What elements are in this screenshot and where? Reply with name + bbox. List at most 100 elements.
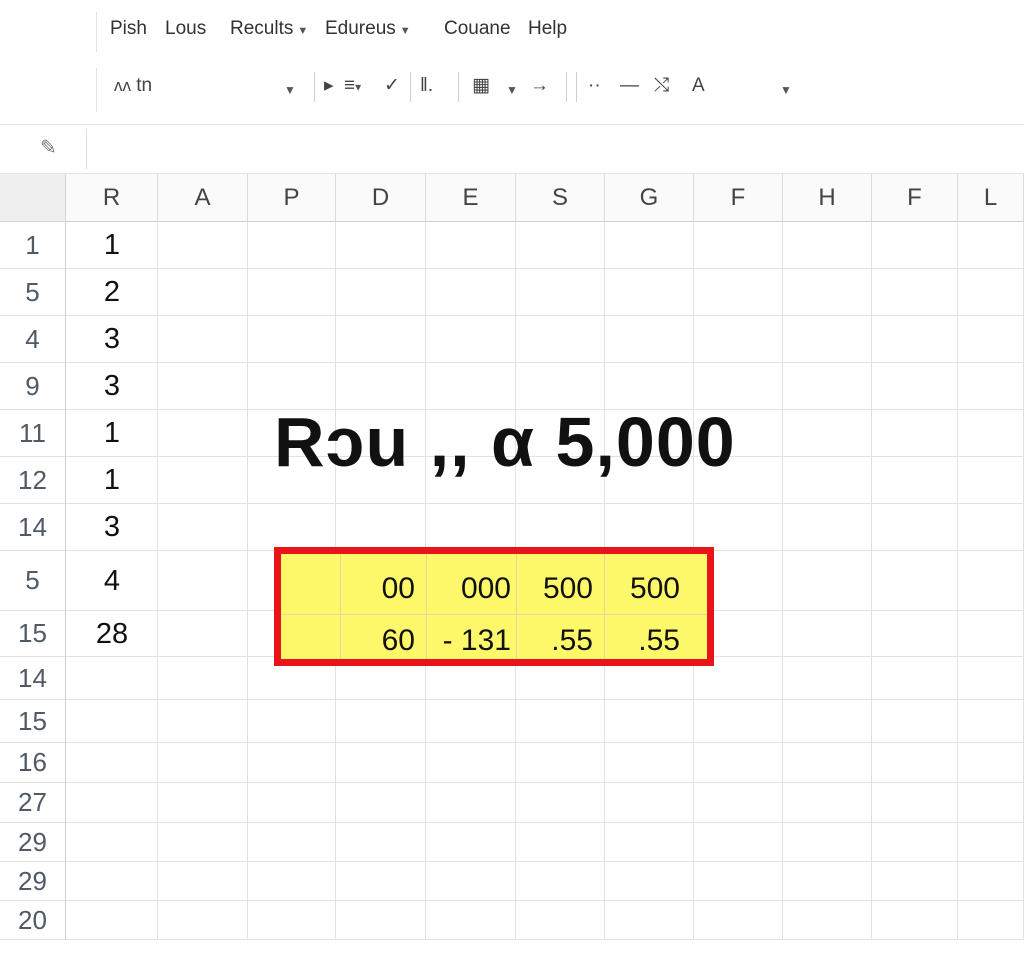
- cell[interactable]: [426, 269, 516, 316]
- menu-item-help[interactable]: Help: [528, 18, 567, 40]
- menu-item-pish[interactable]: Pish: [110, 18, 147, 40]
- arrow-right-icon[interactable]: →: [530, 74, 549, 98]
- highlight-cell[interactable]: .55: [551, 624, 593, 658]
- cell-value[interactable]: [66, 783, 158, 823]
- cell[interactable]: [958, 551, 1024, 611]
- cell[interactable]: [248, 901, 336, 940]
- cell[interactable]: [958, 316, 1024, 363]
- cell[interactable]: [783, 269, 872, 316]
- cell[interactable]: [426, 862, 516, 901]
- cell[interactable]: [158, 862, 248, 901]
- menu-item-lous[interactable]: Lous: [165, 18, 206, 40]
- cell-value[interactable]: [66, 657, 158, 700]
- cell[interactable]: [872, 269, 958, 316]
- cell[interactable]: [694, 700, 783, 743]
- cell[interactable]: [336, 823, 426, 862]
- row-header[interactable]: 14: [0, 504, 66, 551]
- highlight-cell[interactable]: 500: [543, 572, 593, 606]
- cell[interactable]: [783, 783, 872, 823]
- row-header[interactable]: 15: [0, 611, 66, 657]
- cell[interactable]: [516, 823, 605, 862]
- cell[interactable]: [958, 222, 1024, 269]
- cell[interactable]: [426, 783, 516, 823]
- cell-value[interactable]: 4: [66, 551, 158, 611]
- cell[interactable]: [336, 743, 426, 783]
- cell[interactable]: [158, 700, 248, 743]
- cell[interactable]: [426, 700, 516, 743]
- cell[interactable]: [958, 823, 1024, 862]
- row-header[interactable]: 20: [0, 901, 66, 940]
- column-header[interactable]: H: [783, 174, 872, 222]
- check-icon[interactable]: ✓: [384, 74, 400, 98]
- row-header[interactable]: 4: [0, 316, 66, 363]
- cell[interactable]: [694, 269, 783, 316]
- more-icon[interactable]: ··: [588, 74, 601, 98]
- cell[interactable]: [516, 269, 605, 316]
- cell[interactable]: [958, 700, 1024, 743]
- cell-value[interactable]: 28: [66, 611, 158, 657]
- cell[interactable]: [958, 504, 1024, 551]
- cell[interactable]: [426, 316, 516, 363]
- cell[interactable]: [872, 901, 958, 940]
- cell[interactable]: [872, 823, 958, 862]
- cell[interactable]: [783, 457, 872, 504]
- cell[interactable]: [783, 862, 872, 901]
- cell[interactable]: [872, 316, 958, 363]
- cell[interactable]: [158, 743, 248, 783]
- select-all-corner[interactable]: [0, 174, 66, 222]
- cell[interactable]: [158, 611, 248, 657]
- cell[interactable]: [958, 410, 1024, 457]
- cell[interactable]: [336, 222, 426, 269]
- cell-value[interactable]: 3: [66, 504, 158, 551]
- cell[interactable]: [872, 504, 958, 551]
- column-header[interactable]: G: [605, 174, 694, 222]
- cell[interactable]: [783, 222, 872, 269]
- cell[interactable]: [248, 504, 336, 551]
- cell[interactable]: [426, 504, 516, 551]
- row-header[interactable]: 15: [0, 700, 66, 743]
- cell[interactable]: [426, 823, 516, 862]
- cell[interactable]: [605, 901, 694, 940]
- cell[interactable]: [694, 504, 783, 551]
- play-icon[interactable]: ▸: [324, 74, 334, 98]
- cell[interactable]: [958, 657, 1024, 700]
- row-header[interactable]: 5: [0, 551, 66, 611]
- cell[interactable]: [783, 611, 872, 657]
- cell[interactable]: [872, 363, 958, 410]
- cell[interactable]: [158, 410, 248, 457]
- cell[interactable]: [694, 743, 783, 783]
- cell[interactable]: [336, 901, 426, 940]
- cell[interactable]: [158, 657, 248, 700]
- cell[interactable]: [158, 457, 248, 504]
- cell[interactable]: [158, 316, 248, 363]
- cell[interactable]: [783, 743, 872, 783]
- highlight-cell[interactable]: 500: [630, 572, 680, 606]
- row-header[interactable]: 11: [0, 410, 66, 457]
- cell[interactable]: [783, 363, 872, 410]
- cell[interactable]: [958, 457, 1024, 504]
- cell[interactable]: [605, 504, 694, 551]
- cell[interactable]: [605, 823, 694, 862]
- cell-value[interactable]: 1: [66, 457, 158, 504]
- cell[interactable]: [872, 457, 958, 504]
- cell[interactable]: [336, 269, 426, 316]
- cell[interactable]: [426, 743, 516, 783]
- cell[interactable]: [605, 862, 694, 901]
- cell[interactable]: [958, 743, 1024, 783]
- row-header[interactable]: 14: [0, 657, 66, 700]
- cell-value[interactable]: [66, 901, 158, 940]
- cell[interactable]: [783, 316, 872, 363]
- column-header[interactable]: R: [66, 174, 158, 222]
- cell-value[interactable]: [66, 823, 158, 862]
- cell[interactable]: [516, 743, 605, 783]
- row-header[interactable]: 29: [0, 862, 66, 901]
- cell[interactable]: [605, 743, 694, 783]
- cell[interactable]: [783, 551, 872, 611]
- cell[interactable]: [158, 269, 248, 316]
- font-dropdown-caret-icon[interactable]: ▼: [284, 78, 296, 102]
- row-header[interactable]: 16: [0, 743, 66, 783]
- cell[interactable]: [248, 823, 336, 862]
- cell[interactable]: [426, 901, 516, 940]
- cell[interactable]: [872, 862, 958, 901]
- column-header[interactable]: D: [336, 174, 426, 222]
